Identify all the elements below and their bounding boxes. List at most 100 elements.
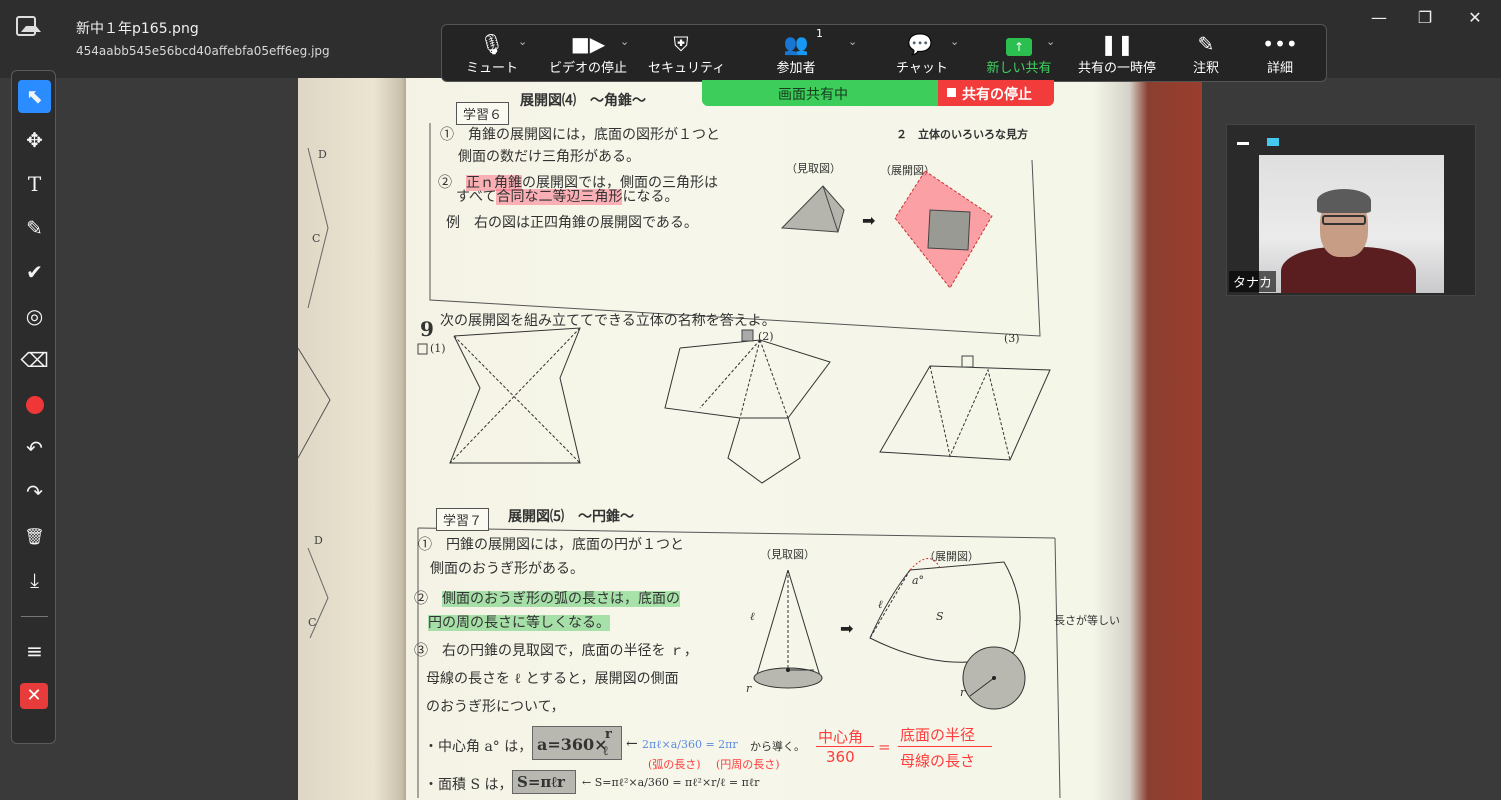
red-base-radius: 底面の半径: [900, 726, 976, 744]
svg-text:C: C: [308, 616, 316, 629]
file-subtitle: 454aabb545e56bcd40affebfa05eff6eg.jpg: [76, 44, 330, 58]
participants-options-chevron[interactable]: ⌄: [848, 35, 857, 48]
s7-line1: ① 円錐の展開図には，底面の円が１つと: [418, 537, 684, 553]
window-title: 新中１年p165.png: [76, 21, 199, 37]
more-dots-icon: •••: [1262, 32, 1298, 56]
s7-line6: 母線の長さを ℓ とすると，展開図の側面: [426, 671, 679, 687]
q9-sub3: (3): [1004, 332, 1020, 345]
eraser-tool-button[interactable]: ⌫: [18, 344, 51, 377]
close-annotation-button[interactable]: ✕: [20, 683, 48, 709]
left-page: D C D C: [298, 78, 406, 800]
pencil-icon: ✎: [1197, 32, 1215, 56]
tenkai-label-7: （展開図）: [924, 550, 979, 563]
formula2-box: S=πℓr: [512, 770, 576, 794]
participant-video: [1259, 155, 1444, 293]
video-panel: タナカ: [1226, 124, 1476, 296]
view-toggle-icon[interactable]: [1267, 138, 1279, 146]
shared-screen-photo: D C D C 学習６ 展開図⑷ 〜角錐〜 ２ 立体のいろいろな見方 ① 角錐の…: [298, 78, 1202, 800]
new-share-button[interactable]: ↑ 新しい共有: [984, 31, 1054, 77]
svg-text:D: D: [318, 148, 327, 161]
menu-tool-button[interactable]: ≡: [18, 635, 51, 668]
draw-tool-button[interactable]: ✎: [18, 212, 51, 245]
formula2-derivation: ← S=πℓ²×a/360 = πℓ²×r/ℓ = πℓr: [582, 776, 760, 789]
microphone-icon: 🎙: [479, 32, 505, 56]
label-r: r: [746, 682, 752, 695]
equal-length-note: 長さが等しい: [1054, 614, 1120, 627]
svg-text:9: 9: [420, 317, 434, 341]
select-tool-button[interactable]: ⬉: [18, 80, 51, 113]
formula1-tail: から導く。: [750, 740, 805, 753]
sharing-indicator: 画面共有中: [702, 80, 938, 106]
undo-tool-button[interactable]: ↶: [18, 432, 51, 465]
move-tool-button[interactable]: ✥: [18, 124, 51, 157]
screen-share-status-bar: 画面共有中 共有の停止: [702, 80, 1054, 106]
chat-bubble-icon: 💬: [907, 32, 933, 56]
chat-button[interactable]: 💬 チャット: [896, 31, 948, 77]
color-tool-button[interactable]: [18, 388, 51, 421]
formula2-prefix: ・面積 S は，: [424, 777, 513, 793]
red-center-angle: 中心角: [818, 728, 864, 746]
label-l: ℓ: [878, 598, 883, 611]
pause-icon: ❚❚: [1100, 32, 1134, 56]
text-tool-button[interactable]: T: [18, 168, 51, 201]
s7-line4: 円の周の長さに等しくなる。: [428, 615, 610, 631]
label-a: a°: [912, 574, 925, 587]
q9-sub1: (1): [430, 342, 446, 355]
close-window-button[interactable]: ✕: [1460, 8, 1490, 28]
formula1-prefix: ・中心角 a° は，: [424, 739, 533, 755]
clear-tool-button[interactable]: 🗑: [18, 520, 51, 553]
participants-icon: 👥: [783, 32, 809, 56]
note-circumference: (円周の長さ): [716, 758, 780, 771]
minimize-video-icon[interactable]: [1237, 142, 1249, 145]
section7-title: 展開図⑸ 〜円錐〜: [508, 509, 634, 525]
svg-text:D: D: [314, 534, 323, 547]
chat-options-chevron[interactable]: ⌄: [950, 35, 959, 48]
stop-square-icon: [947, 88, 956, 97]
mitori-label-7: （見取図）: [760, 548, 815, 561]
video-options-chevron[interactable]: ⌄: [620, 35, 629, 48]
share-options-chevron[interactable]: ⌄: [1046, 35, 1055, 48]
zoom-share-toolbar: 🎙 ミュート ⌄ ■▶ ビデオの停止 ⌄ ⛨ セキュリティ 👥 参加者 1 ⌄ …: [441, 24, 1327, 82]
participants-button[interactable]: 👥 参加者: [772, 31, 820, 77]
spotlight-tool-button[interactable]: ◎: [18, 300, 51, 333]
participant-name: タナカ: [1229, 271, 1277, 292]
minimize-button[interactable]: —: [1364, 8, 1394, 28]
glasses: [1322, 215, 1366, 225]
red-color-icon: [25, 396, 44, 414]
more-button[interactable]: ••• 詳細: [1258, 31, 1302, 77]
red-360: 360: [826, 748, 855, 766]
mute-options-chevron[interactable]: ⌄: [518, 35, 527, 48]
annotation-toolbar: ⬉ ✥ T ✎ ✔ ◎ ⌫ ↶ ↷ 🗑 ⤓ ≡ ✕: [11, 70, 56, 744]
q9-sub2: (2): [758, 330, 774, 343]
section7-label: 学習７: [436, 508, 490, 531]
stop-share-button[interactable]: 共有の停止: [938, 80, 1054, 106]
image-viewer-icon: [16, 16, 41, 36]
s7-line5: ③ 右の円錐の見取図で，底面の半径を ｒ，: [414, 643, 698, 659]
q9-text: 次の展開図を組み立ててできる立体の名称を答えよ。: [440, 313, 776, 329]
label-l-cone: ℓ: [750, 610, 755, 623]
svg-text:C: C: [312, 232, 320, 245]
note-arc-length: (弧の長さ): [648, 758, 701, 771]
red-fraction-line-left: [816, 746, 874, 747]
s7-line3: ② 側面のおうぎ形の弧の長さは，底面の: [414, 591, 680, 607]
left-page-figures: D C D C: [298, 147, 331, 639]
redo-tool-button[interactable]: ↷: [18, 476, 51, 509]
red-equals: =: [878, 738, 891, 756]
stamp-tool-button[interactable]: ✔: [18, 256, 51, 289]
svg-text:➡: ➡: [862, 211, 875, 230]
textbook-page: 学習６ 展開図⑷ 〜角錐〜 ２ 立体のいろいろな見方 ① 角錐の展開図には，底面…: [410, 78, 1148, 800]
share-arrow-icon: ↑: [1006, 38, 1032, 56]
svg-text:➡: ➡: [840, 619, 853, 638]
annotate-button[interactable]: ✎ 注釈: [1184, 31, 1228, 77]
formula1-arrow: ←: [626, 736, 638, 752]
label-r-base: r: [960, 686, 966, 699]
security-button[interactable]: ⛨ セキュリティ: [648, 31, 725, 77]
mute-button[interactable]: 🎙 ミュート: [464, 31, 520, 77]
maximize-button[interactable]: ❐: [1410, 8, 1440, 28]
save-tool-button[interactable]: ⤓: [18, 564, 51, 597]
red-fraction-line-right: [898, 746, 992, 747]
formula1-box: a=360× r ℓ: [532, 726, 622, 760]
pause-share-button[interactable]: ❚❚ 共有の一時停: [1072, 31, 1162, 77]
participants-count: 1: [816, 27, 823, 40]
stop-video-button[interactable]: ■▶ ビデオの停止: [548, 31, 628, 77]
